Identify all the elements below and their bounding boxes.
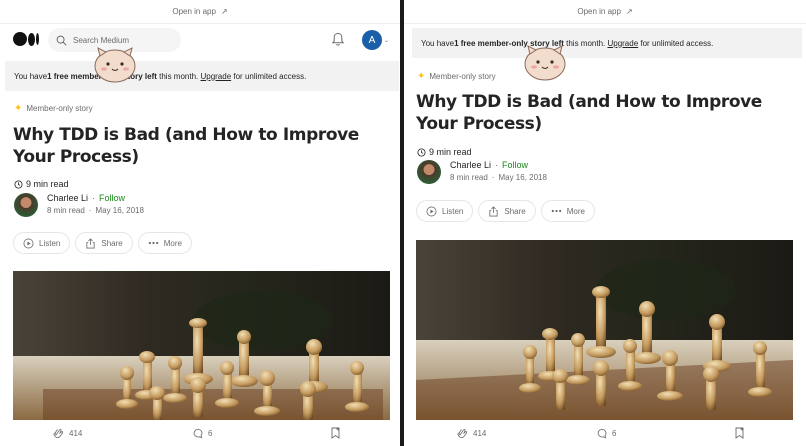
author-avatar[interactable] (417, 160, 441, 184)
hero-image (13, 271, 390, 420)
listen-button[interactable]: Listen (13, 232, 71, 254)
chevron-down-icon[interactable]: ⌄ (384, 37, 389, 44)
clap-button[interactable]: 414 (52, 427, 82, 439)
post-read-time: 8 min read (47, 206, 85, 215)
external-link-icon: ↗ (625, 7, 633, 16)
search-icon (56, 35, 67, 45)
open-in-app-link[interactable]: Open in app (577, 7, 621, 16)
author-avatar[interactable] (14, 193, 38, 217)
member-banner: You have 1 free member-only story left t… (412, 28, 802, 58)
response-count: 6 (208, 428, 213, 438)
star-icon: ✦ (417, 71, 426, 82)
post-date: May 16, 2018 (498, 173, 547, 182)
follow-button[interactable]: Follow (502, 160, 528, 170)
hero-image (416, 240, 793, 420)
chess-photo (416, 240, 793, 420)
clap-icon (457, 429, 468, 439)
clap-count: 414 (69, 428, 83, 438)
read-time: 9 min read (417, 147, 472, 157)
clock-icon (417, 147, 426, 157)
more-icon (148, 241, 158, 245)
read-time: 9 min read (14, 179, 69, 189)
open-in-app-bar[interactable]: Open in app ↗ (404, 0, 806, 24)
article-footer: 414 6 (404, 420, 806, 446)
clap-count: 414 (473, 428, 487, 438)
responses-button[interactable]: 6 (596, 428, 616, 439)
chess-photo (13, 271, 390, 420)
clap-icon (53, 429, 64, 439)
play-icon (23, 238, 34, 248)
more-button[interactable]: More (540, 200, 595, 222)
member-only-label: ✦ Member-only story (14, 103, 93, 114)
bookmark-icon[interactable] (330, 427, 341, 439)
cat-sticker-icon (94, 47, 136, 83)
more-button[interactable]: More (137, 232, 192, 254)
post-read-time: 8 min read (450, 173, 488, 182)
clap-button[interactable]: 414 (456, 427, 486, 439)
external-link-icon: ↗ (220, 7, 228, 16)
article-title: Why TDD is Bad (and How to Improve Your … (13, 125, 359, 167)
medium-logo-icon[interactable] (13, 32, 39, 46)
upgrade-link[interactable]: Upgrade (607, 39, 638, 48)
open-in-app-bar[interactable]: Open in app ↗ (0, 0, 400, 24)
responses-button[interactable]: 6 (192, 428, 212, 439)
author-block: Charlee Li · Follow 8 min read · May 16,… (14, 193, 144, 217)
share-button[interactable]: Share (75, 232, 133, 254)
bell-icon[interactable] (331, 32, 345, 47)
clock-icon (14, 179, 23, 189)
cat-sticker-icon (524, 45, 566, 81)
open-in-app-link[interactable]: Open in app (172, 7, 216, 16)
more-icon (551, 209, 561, 213)
article-title: Why TDD is Bad (and How to Improve Your … (416, 92, 762, 134)
share-button[interactable]: Share (478, 200, 536, 222)
member-only-label: ✦ Member-only story (417, 71, 496, 82)
article-footer: 414 6 (0, 420, 400, 446)
author-name[interactable]: Charlee Li (450, 160, 491, 170)
comment-icon (193, 428, 203, 438)
star-icon: ✦ (14, 103, 23, 114)
top-navbar: A ⌄ (0, 24, 400, 58)
share-icon (86, 237, 95, 248)
bookmark-icon[interactable] (734, 427, 745, 439)
user-avatar[interactable]: A (362, 30, 382, 50)
response-count: 6 (612, 428, 617, 438)
author-block: Charlee Li · Follow 8 min read · May 16,… (417, 160, 547, 184)
play-icon (426, 206, 437, 216)
upgrade-link[interactable]: Upgrade (200, 72, 231, 81)
listen-button[interactable]: Listen (416, 200, 474, 222)
member-banner: You have 1 free member-only story left t… (5, 61, 399, 91)
comment-icon (597, 428, 607, 438)
follow-button[interactable]: Follow (99, 193, 125, 203)
left-pane: Open in app ↗ A ⌄ You have 1 free member… (0, 0, 400, 446)
share-icon (489, 205, 498, 216)
action-bar: Listen Share More (416, 200, 595, 222)
action-bar: Listen Share More (13, 232, 192, 254)
author-name[interactable]: Charlee Li (47, 193, 88, 203)
right-pane: Open in app ↗ You have 1 free member-onl… (404, 0, 806, 446)
post-date: May 16, 2018 (95, 206, 144, 215)
